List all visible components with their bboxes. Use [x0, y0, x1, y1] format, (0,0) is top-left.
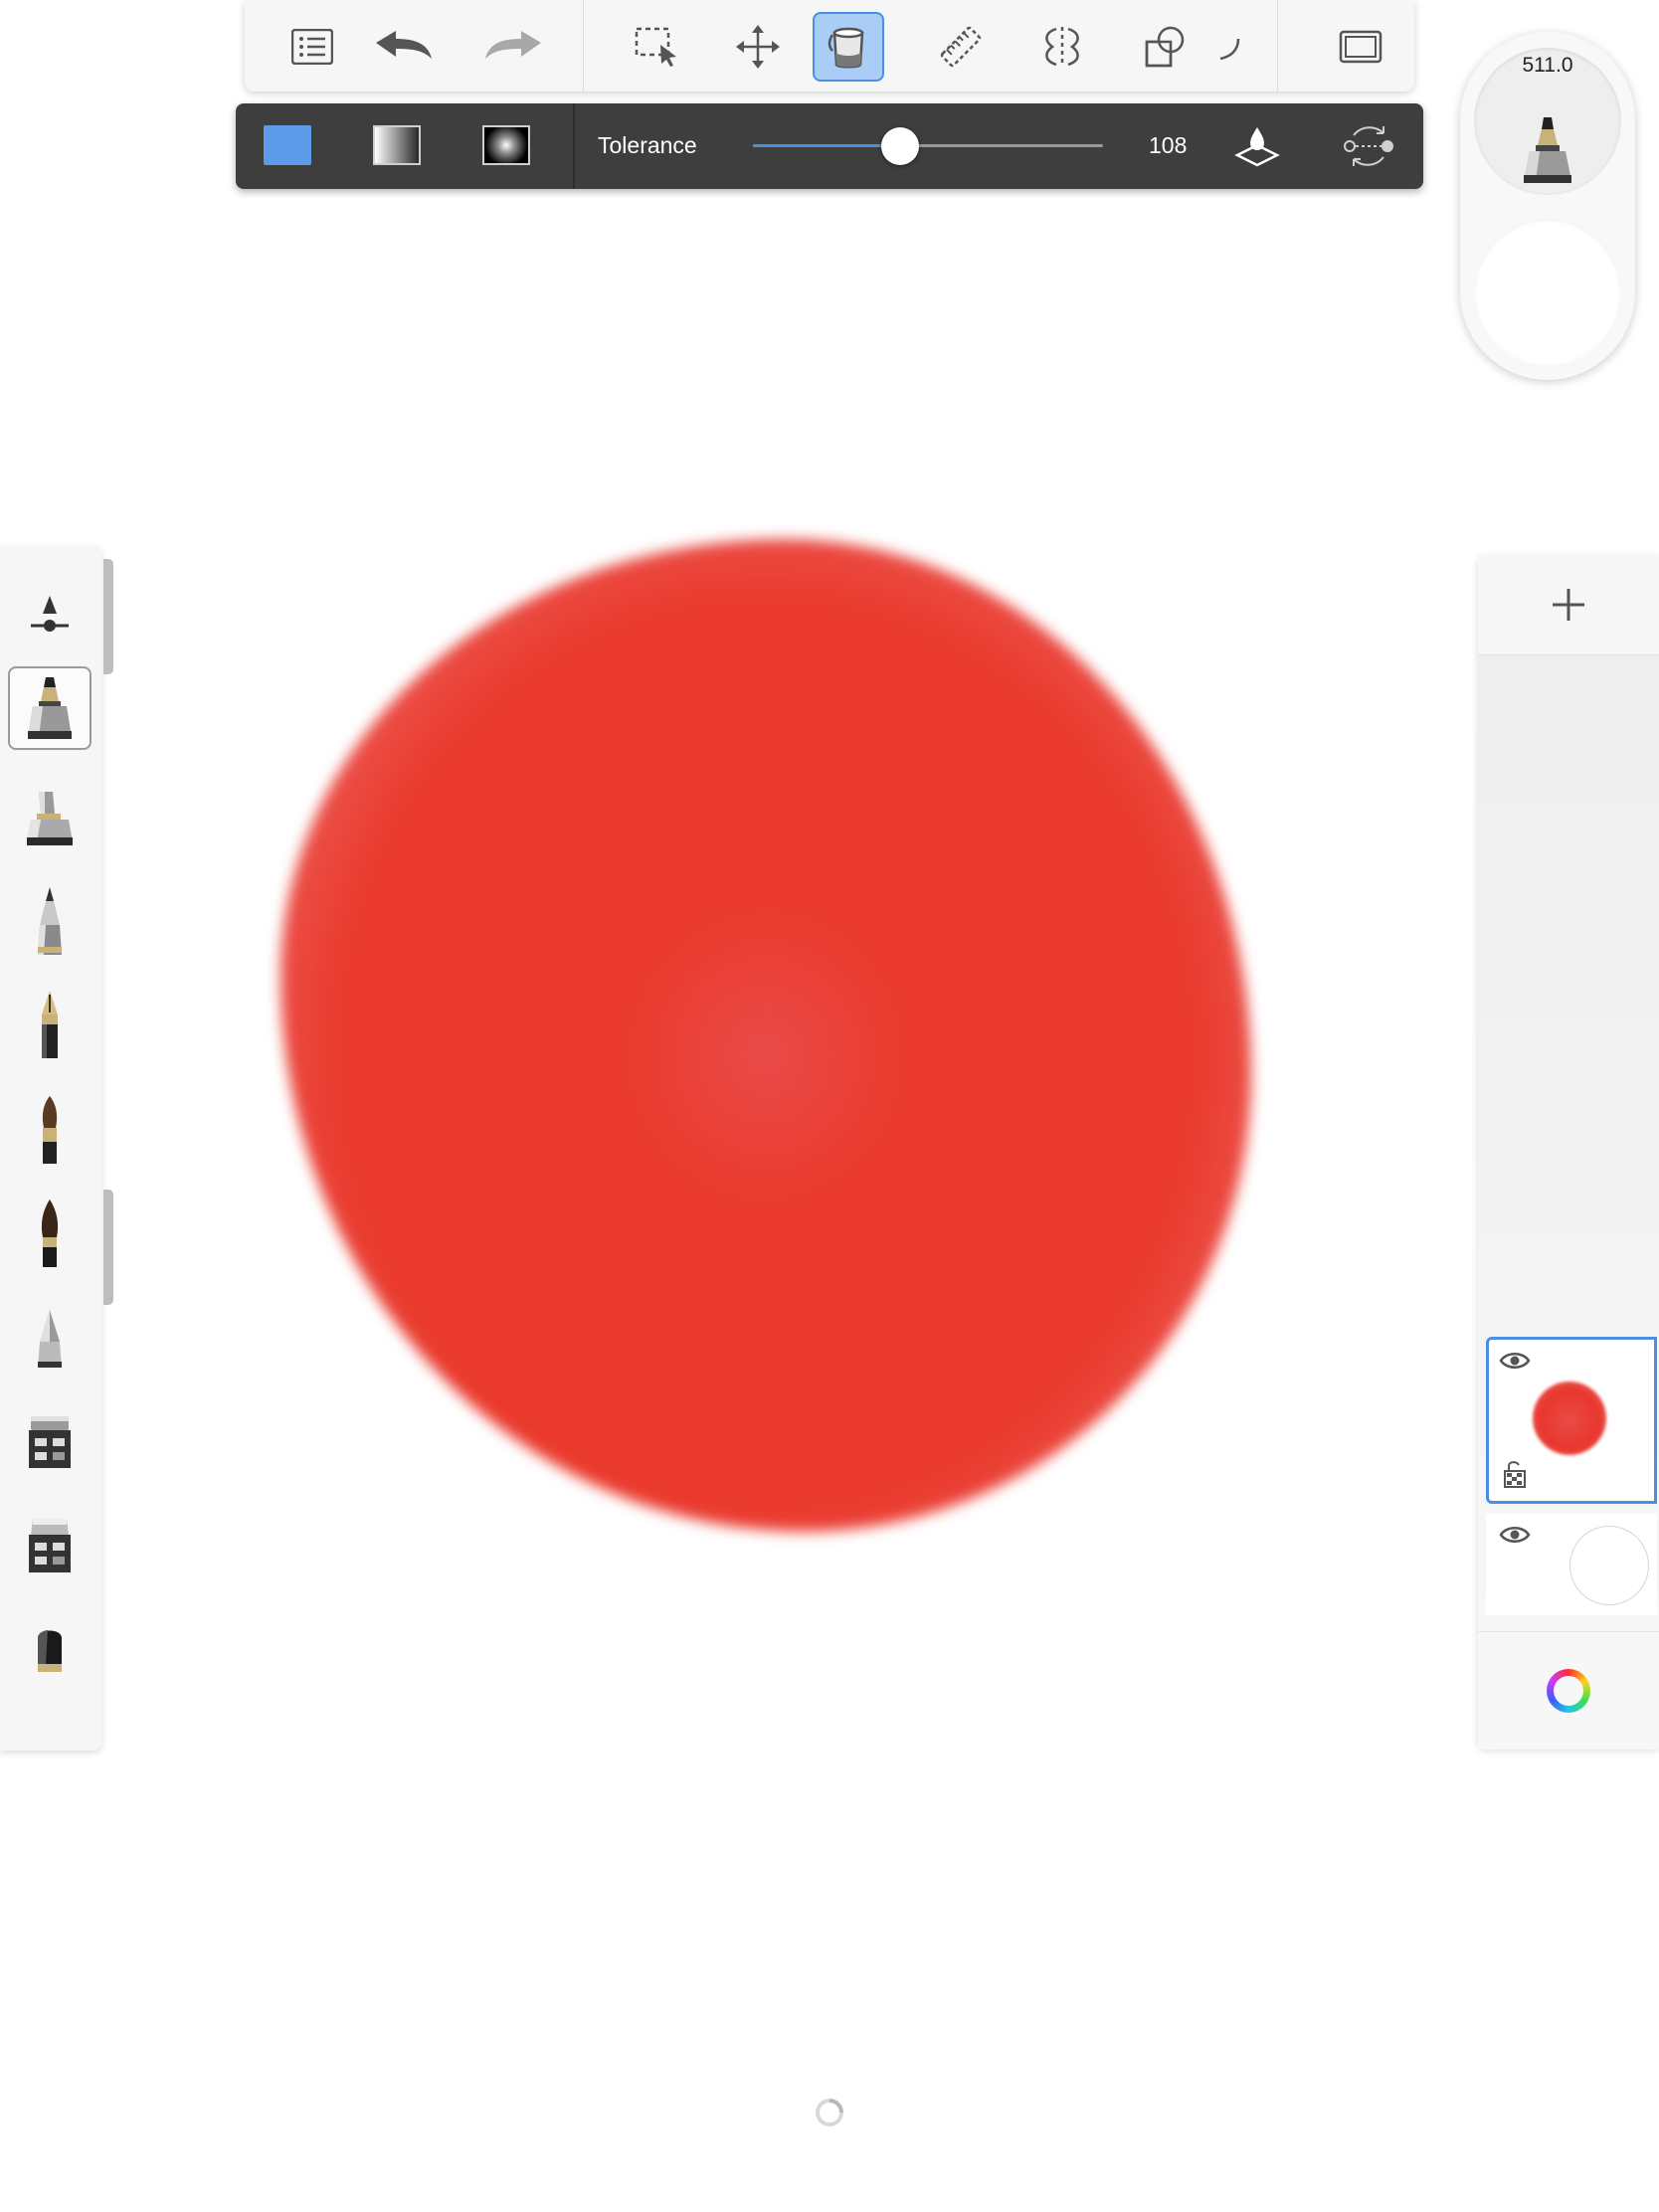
- ruler-icon[interactable]: [925, 12, 997, 82]
- lock-transparency-icon[interactable]: [1503, 1459, 1527, 1494]
- undo-icon[interactable]: [368, 12, 440, 82]
- symmetry-icon[interactable]: [1026, 12, 1098, 82]
- redo-icon[interactable]: [477, 12, 549, 82]
- fill-icon[interactable]: [813, 12, 884, 82]
- red-painted-shape: [280, 539, 1251, 1532]
- radial-gradient-fill-button[interactable]: [482, 125, 530, 165]
- brush-puck[interactable]: 511.0: [1460, 32, 1635, 380]
- eye-icon[interactable]: [1499, 1350, 1531, 1377]
- main-toolbar: [245, 0, 1414, 92]
- inking-marker-icon[interactable]: [8, 776, 92, 859]
- solid-fill-button[interactable]: [264, 125, 311, 165]
- background-layer-thumbnail: [1569, 1526, 1649, 1605]
- tolerance-value: 108: [1149, 132, 1188, 158]
- selection-icon[interactable]: [621, 12, 692, 82]
- curve-icon[interactable]: [1211, 12, 1251, 82]
- add-layer-button[interactable]: [1478, 555, 1659, 655]
- ballpoint-pen-icon[interactable]: [8, 983, 92, 1066]
- fill-mode-toggle-icon[interactable]: [1340, 123, 1397, 174]
- paintbrush-icon[interactable]: [8, 1088, 92, 1172]
- brush-size-value: 511.0: [1522, 54, 1573, 77]
- sample-layer-icon[interactable]: [1234, 125, 1280, 172]
- color-editor-button[interactable]: [1478, 1631, 1659, 1750]
- eraser-icon[interactable]: [8, 1504, 92, 1587]
- eye-icon[interactable]: [1499, 1524, 1531, 1551]
- palette-scroll-handle-bottom[interactable]: [103, 1190, 113, 1305]
- airbrush-icon[interactable]: [8, 1297, 92, 1381]
- background-layer-item[interactable]: [1486, 1514, 1657, 1615]
- color-wheel-icon: [1547, 1669, 1590, 1713]
- linear-gradient-fill-button[interactable]: [373, 125, 421, 165]
- marker-brush-icon[interactable]: [8, 666, 92, 750]
- ink-brush-icon[interactable]: [8, 1192, 92, 1275]
- marker-brush-icon: [1520, 115, 1575, 190]
- tolerance-label: Tolerance: [598, 132, 697, 158]
- plus-icon: [1553, 589, 1584, 621]
- layer-item-selected[interactable]: [1486, 1337, 1657, 1504]
- fill-options-bar: Tolerance 108: [236, 103, 1423, 189]
- divider: [573, 103, 575, 189]
- list-icon[interactable]: [276, 12, 348, 82]
- layers-panel: [1478, 555, 1659, 1750]
- transform-icon[interactable]: [722, 12, 794, 82]
- tolerance-slider-thumb[interactable]: [880, 127, 919, 165]
- layer-thumbnail: [1533, 1382, 1606, 1455]
- blender-icon[interactable]: [8, 1400, 92, 1484]
- shapes-icon[interactable]: [1130, 12, 1201, 82]
- fullscreen-icon[interactable]: [1325, 12, 1396, 82]
- brush-properties-icon[interactable]: [8, 573, 92, 656]
- smudge-icon[interactable]: [8, 1607, 92, 1691]
- tolerance-slider-fill: [753, 144, 900, 147]
- pencil-icon[interactable]: [8, 879, 92, 963]
- brush-palette: [0, 547, 101, 1751]
- brush-opacity-control[interactable]: [1474, 219, 1621, 366]
- palette-scroll-handle-top[interactable]: [103, 559, 113, 674]
- loading-spinner-icon: [814, 2097, 845, 2133]
